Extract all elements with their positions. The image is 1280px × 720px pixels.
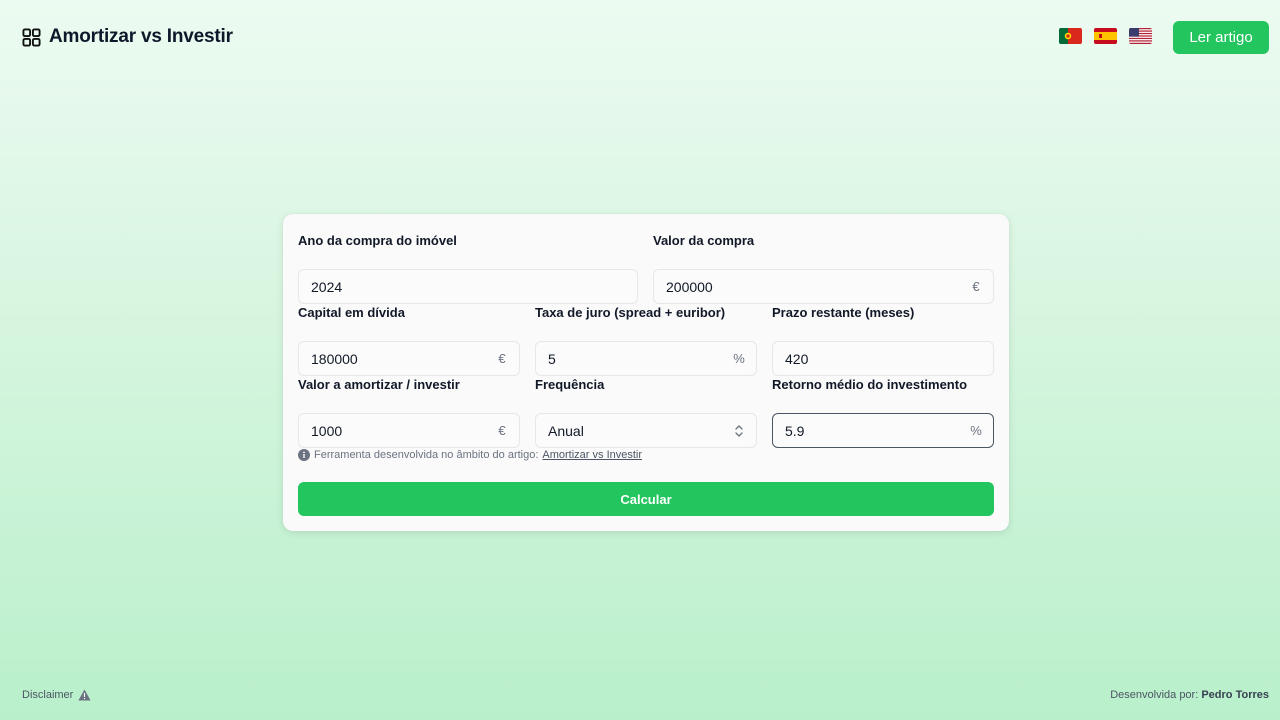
chevron-up-down-icon <box>728 424 756 438</box>
calculate-button[interactable]: Calcular <box>298 482 994 516</box>
portugal-flag-icon[interactable] <box>1059 28 1082 44</box>
debt-capital-input[interactable] <box>299 342 491 375</box>
disclaimer-link[interactable]: Disclaimer <box>22 689 91 701</box>
euro-suffix: € <box>498 423 506 438</box>
interest-rate-input[interactable] <box>536 342 728 375</box>
investment-return-input-wrap: % <box>772 413 994 448</box>
info-note: Ferramenta desenvolvida no âmbito do art… <box>298 449 642 461</box>
author-name: Pedro Torres <box>1201 689 1269 701</box>
investment-return-input[interactable] <box>773 414 965 447</box>
spain-flag-icon[interactable] <box>1094 28 1117 44</box>
remaining-term-input-wrap <box>772 341 994 376</box>
purchase-value-label: Valor da compra <box>653 233 755 248</box>
info-text: Ferramenta desenvolvida no âmbito do art… <box>314 449 539 461</box>
debt-capital-label: Capital em dívida <box>298 305 405 320</box>
debt-capital-field: Capital em dívida € <box>298 304 520 376</box>
purchase-value-input-wrap: € <box>653 269 994 304</box>
purchase-value-field: Valor da compra € <box>653 232 994 304</box>
read-article-button[interactable]: Ler artigo <box>1173 21 1269 54</box>
euro-suffix: € <box>498 351 506 366</box>
frequency-label: Frequência <box>535 377 605 392</box>
calculator-card: Ano da compra do imóvel Valor da compra … <box>283 214 1009 531</box>
grid-icon <box>22 27 41 47</box>
interest-rate-label: Taxa de juro (spread + euribor) <box>535 305 726 320</box>
top-bar: Amortizar vs Investir Ler artigo <box>0 0 1280 76</box>
amount-input[interactable] <box>299 414 491 447</box>
amount-label: Valor a amortizar / investir <box>298 377 460 392</box>
investment-return-field: Retorno médio do investimento % <box>772 376 994 448</box>
euro-suffix: € <box>972 279 980 294</box>
frequency-select[interactable]: Anual <box>535 413 757 448</box>
percent-suffix: % <box>970 423 982 438</box>
purchase-year-input[interactable] <box>299 270 637 303</box>
investment-return-label: Retorno médio do investimento <box>772 377 968 392</box>
brand[interactable]: Amortizar vs Investir <box>22 26 233 48</box>
language-selector <box>1059 28 1152 44</box>
purchase-year-input-wrap <box>298 269 638 304</box>
remaining-term-input[interactable] <box>773 342 993 375</box>
frequency-field: Frequência Anual <box>535 376 757 448</box>
usa-flag-icon[interactable] <box>1129 28 1152 44</box>
percent-suffix: % <box>733 351 745 366</box>
debt-capital-input-wrap: € <box>298 341 520 376</box>
author-credit: Desenvolvida por: Pedro Torres <box>1110 689 1269 701</box>
purchase-value-input[interactable] <box>654 270 965 303</box>
purchase-year-field: Ano da compra do imóvel <box>298 232 638 304</box>
amount-field: Valor a amortizar / investir € <box>298 376 520 448</box>
warning-icon <box>78 689 91 701</box>
amount-input-wrap: € <box>298 413 520 448</box>
disclaimer-label: Disclaimer <box>22 689 74 701</box>
interest-rate-input-wrap: % <box>535 341 757 376</box>
app-title: Amortizar vs Investir <box>49 26 233 47</box>
remaining-term-label: Prazo restante (meses) <box>772 305 915 320</box>
info-icon <box>298 449 310 461</box>
frequency-selected-value: Anual <box>548 422 584 439</box>
remaining-term-field: Prazo restante (meses) <box>772 304 994 376</box>
purchase-year-label: Ano da compra do imóvel <box>298 233 457 248</box>
credit-prefix: Desenvolvida por: <box>1110 689 1199 701</box>
article-link[interactable]: Amortizar vs Investir <box>542 449 642 461</box>
interest-rate-field: Taxa de juro (spread + euribor) % <box>535 304 757 376</box>
